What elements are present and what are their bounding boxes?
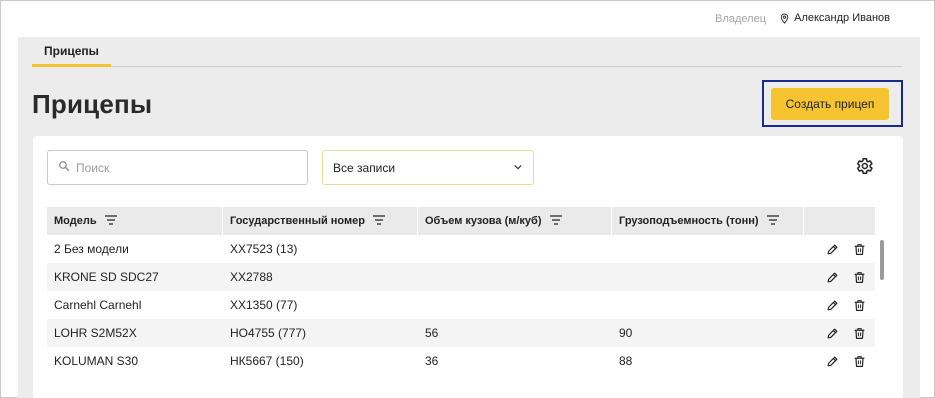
cell-volume	[418, 291, 612, 319]
cell-plate: ХХ1350 (77)	[230, 298, 298, 312]
column-header-volume[interactable]: Объем кузова (м/куб)	[418, 207, 612, 235]
create-trailer-button[interactable]: Создать прицеп	[771, 88, 889, 120]
location-pin-icon	[779, 12, 790, 24]
pencil-icon[interactable]	[826, 243, 839, 256]
search-placeholder: Поиск	[76, 160, 110, 175]
user-name: Александр Иванов	[794, 12, 890, 24]
cell-volume: 36	[425, 354, 439, 368]
column-header-model[interactable]: Модель	[47, 207, 223, 235]
filter-lines-icon[interactable]	[104, 214, 117, 228]
workspace: Прицепы Прицепы Создать прицеп Поиск Все…	[18, 37, 920, 398]
filter-lines-icon[interactable]	[372, 214, 385, 228]
column-header-plate[interactable]: Государственный номер	[223, 207, 418, 235]
trash-icon[interactable]	[853, 355, 866, 368]
page-title: Прицепы	[32, 89, 153, 119]
app-window: Владелец Александр Иванов Прицепы Прицеп…	[0, 0, 935, 398]
table-row[interactable]: Carnehl Carnehl ХХ1350 (77)	[47, 291, 875, 319]
table-scrollbar[interactable]	[880, 240, 884, 280]
cell-capacity	[612, 263, 804, 291]
cell-model: Carnehl Carnehl	[54, 298, 142, 312]
row-actions	[804, 347, 875, 375]
cell-capacity: 88	[619, 354, 633, 368]
pencil-icon[interactable]	[826, 271, 839, 284]
table-row[interactable]: LOHR S2M52X НО4755 (777) 56 90	[47, 319, 875, 347]
row-actions	[804, 263, 875, 291]
chevron-down-icon	[513, 159, 523, 177]
trash-icon[interactable]	[853, 243, 866, 256]
pencil-icon[interactable]	[826, 299, 839, 312]
column-header-actions	[804, 207, 875, 235]
cell-plate: НО4755 (777)	[230, 326, 307, 340]
cell-model: KOLUMAN S30	[54, 354, 139, 368]
search-input[interactable]: Поиск	[47, 150, 308, 185]
trash-icon[interactable]	[853, 271, 866, 284]
cell-plate: ХХ2788	[230, 270, 273, 284]
trailers-card: Поиск Все записи Модель Государственный …	[33, 136, 903, 398]
search-icon	[58, 159, 70, 177]
trash-icon[interactable]	[853, 299, 866, 312]
cell-volume	[418, 235, 612, 263]
cell-capacity	[612, 291, 804, 319]
tab-trailers[interactable]: Прицепы	[32, 37, 111, 67]
pencil-icon[interactable]	[826, 327, 839, 340]
tab-bar: Прицепы	[32, 37, 902, 67]
filter-lines-icon[interactable]	[766, 214, 779, 228]
cell-model: 2 Без модели	[54, 242, 129, 256]
row-actions	[804, 319, 875, 347]
row-actions	[804, 291, 875, 319]
table-header: Модель Государственный номер Объем кузов…	[47, 207, 875, 235]
cell-capacity: 90	[619, 326, 633, 340]
table-row[interactable]: 2 Без модели ХХ7523 (13)	[47, 235, 875, 263]
top-bar: Владелец Александр Иванов	[1, 1, 934, 37]
records-select-value: Все записи	[333, 160, 396, 175]
trailers-table: Модель Государственный номер Объем кузов…	[47, 207, 875, 375]
role-label: Владелец	[715, 13, 766, 25]
cell-plate: ХХ7523 (13)	[230, 242, 298, 256]
cell-model: KRONE SD SDC27	[54, 270, 159, 284]
cell-model: LOHR S2M52X	[54, 326, 137, 340]
trash-icon[interactable]	[853, 327, 866, 340]
filter-lines-icon[interactable]	[549, 214, 562, 228]
row-actions	[804, 235, 875, 263]
cell-volume: 56	[425, 326, 439, 340]
cell-volume	[418, 263, 612, 291]
table-row[interactable]: KOLUMAN S30 НК5667 (150) 36 88	[47, 347, 875, 375]
table-body: 2 Без модели ХХ7523 (13) KRONE SD SDC27 …	[47, 235, 875, 375]
cell-capacity	[612, 235, 804, 263]
user-menu[interactable]: Александр Иванов	[779, 12, 890, 24]
gear-icon[interactable]	[854, 156, 874, 176]
cell-plate: НК5667 (150)	[230, 354, 304, 368]
pencil-icon[interactable]	[826, 355, 839, 368]
table-row[interactable]: KRONE SD SDC27 ХХ2788	[47, 263, 875, 291]
column-header-capacity[interactable]: Грузоподъемность (тонн)	[612, 207, 804, 235]
records-select[interactable]: Все записи	[322, 150, 534, 185]
